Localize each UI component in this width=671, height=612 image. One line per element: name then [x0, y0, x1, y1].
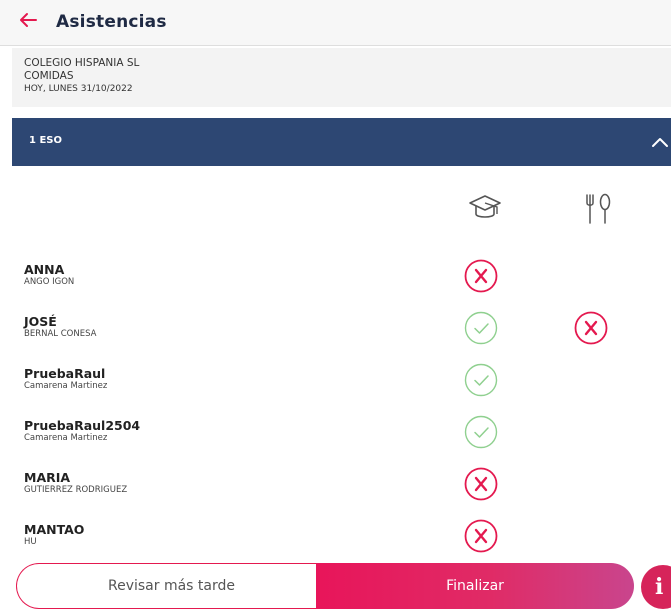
student-row: ANNA ANGO IGON — [24, 262, 424, 288]
student-surname: Camarena Martinez — [24, 381, 108, 391]
student-surname: HU — [24, 537, 37, 547]
food-absent-icon[interactable] — [574, 311, 608, 345]
back-arrow-icon[interactable] — [16, 8, 40, 32]
student-row: MANTAO HU — [24, 522, 424, 548]
service-name: COMIDAS — [24, 70, 74, 82]
group-name: 1 ESO — [29, 135, 62, 146]
student-surname: Camarena Martinez — [24, 433, 108, 443]
fork-spoon-icon — [586, 193, 611, 224]
student-name: PruebaRaul2504 — [24, 418, 141, 433]
student-name: JOSÉ — [24, 314, 57, 329]
group-header[interactable]: 1 ESO — [12, 118, 671, 166]
student-row: MARIA GUTIERREZ RODRIGUEZ — [24, 470, 424, 496]
student-name: MANTAO — [24, 522, 85, 537]
student-name: MARIA — [24, 470, 71, 485]
page-title: Asistencias — [56, 12, 167, 32]
student-row: JOSÉ BERNAL CONESA — [24, 314, 424, 340]
info-button[interactable]: i — [641, 565, 671, 609]
school-name: COLEGIO HISPANIA SL — [24, 57, 140, 69]
chevron-up-icon[interactable] — [649, 131, 671, 153]
student-row: PruebaRaul Camarena Martinez — [24, 366, 424, 392]
top-bar: Asistencias — [0, 0, 671, 46]
review-later-button[interactable]: Revisar más tarde — [16, 563, 326, 609]
class-present-icon[interactable] — [464, 415, 498, 449]
class-absent-icon[interactable] — [464, 519, 498, 553]
student-surname: ANGO IGON — [24, 277, 75, 287]
student-surname: GUTIERREZ RODRIGUEZ — [24, 485, 128, 495]
class-present-icon[interactable] — [464, 363, 498, 397]
finish-button[interactable]: Finalizar — [316, 563, 634, 609]
graduation-cap-icon — [469, 195, 501, 218]
student-name: ANNA — [24, 262, 65, 277]
session-info: COLEGIO HISPANIA SL COMIDAS HOY, LUNES 3… — [12, 48, 671, 107]
class-absent-icon[interactable] — [464, 259, 498, 293]
class-absent-icon[interactable] — [464, 467, 498, 501]
session-date: HOY, LUNES 31/10/2022 — [24, 84, 133, 94]
student-surname: BERNAL CONESA — [24, 329, 97, 339]
student-row: PruebaRaul2504 Camarena Martinez — [24, 418, 424, 444]
class-present-icon[interactable] — [464, 311, 498, 345]
student-name: PruebaRaul — [24, 366, 106, 381]
